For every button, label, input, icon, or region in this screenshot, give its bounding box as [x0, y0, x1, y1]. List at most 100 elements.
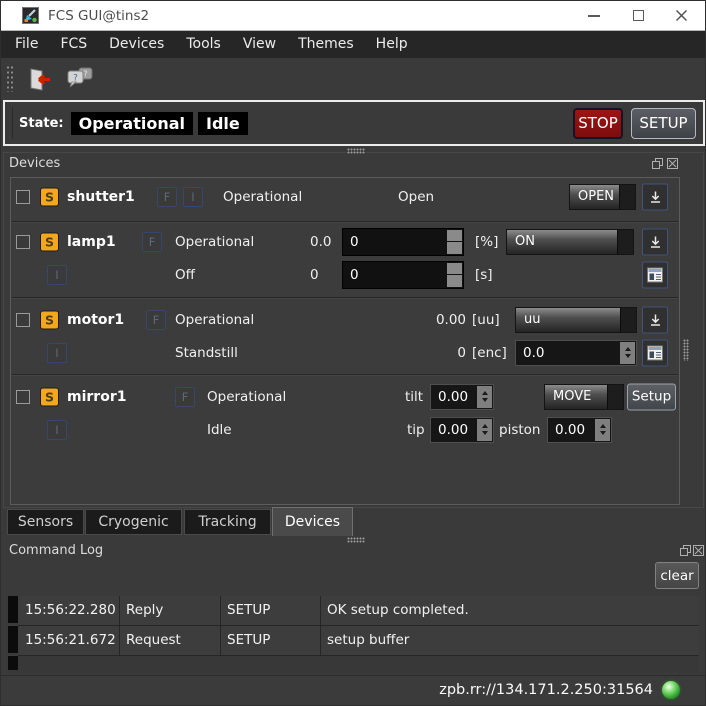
device-details-button[interactable]	[642, 261, 668, 288]
f-flag-button[interactable]: F	[157, 187, 177, 207]
undock-icon	[680, 545, 691, 556]
menu-item-fcs[interactable]: FCS	[49, 31, 98, 58]
spinbox-buttons[interactable]	[447, 263, 462, 287]
piston-label: piston	[499, 422, 540, 438]
position-spinbox[interactable]: 0.0	[515, 340, 637, 366]
log-close-button[interactable]	[692, 544, 705, 557]
device-value: 0.00	[387, 312, 466, 328]
menu-item-help[interactable]: Help	[365, 31, 419, 58]
state-value-main: Operational	[71, 112, 193, 135]
exit-button[interactable]	[21, 62, 55, 95]
menu-item-view[interactable]: View	[232, 31, 287, 58]
log-message: setup buffer	[320, 626, 699, 655]
log-rows-area: 15:56:22.280 Reply SETUP OK setup comple…	[8, 596, 699, 656]
device-setup-button[interactable]: Setup	[627, 383, 676, 410]
close-button[interactable]	[664, 1, 698, 30]
menu-item-themes[interactable]: Themes	[287, 31, 365, 58]
tab-devices[interactable]: Devices	[272, 507, 353, 536]
spinbox-buttons[interactable]	[620, 342, 635, 364]
toolbar-drag-handle[interactable]	[6, 65, 15, 92]
vertical-splitter-handle[interactable]	[683, 339, 689, 361]
apply-command-button[interactable]	[642, 183, 668, 210]
command-log-table: 15:56:22.280 Reply SETUP OK setup comple…	[8, 596, 699, 673]
command-combobox[interactable]: MOVE	[544, 384, 624, 410]
unit-label: [uu]	[472, 312, 500, 328]
piston-spinbox[interactable]: 0.00	[547, 417, 612, 443]
device-state: Operational	[175, 312, 254, 328]
tip-spinbox[interactable]: 0.00	[430, 417, 494, 443]
stop-button[interactable]: STOP	[573, 108, 623, 139]
spinbox-buttons[interactable]	[477, 419, 492, 441]
combo-value: uu	[516, 312, 620, 327]
unit-label: [s]	[475, 267, 493, 283]
f-flag-button[interactable]: F	[146, 310, 166, 330]
command-combobox[interactable]: ON	[506, 229, 634, 255]
splitter-handle-bottom[interactable]	[347, 537, 365, 543]
apply-command-button[interactable]	[642, 306, 668, 333]
tab-sensors[interactable]: Sensors	[7, 509, 84, 535]
app-window: FCS GUI@tins2 File FCS Devices Tools Vie…	[0, 0, 706, 706]
close-icon	[675, 9, 688, 22]
devices-undock-button[interactable]	[651, 157, 664, 170]
device-substate: Idle	[207, 422, 232, 438]
log-row-header-rest	[8, 656, 18, 670]
window-title: FCS GUI@tins2	[48, 8, 149, 24]
device-checkbox[interactable]	[16, 190, 30, 204]
state-badge: S	[40, 310, 59, 329]
download-arrow-icon	[649, 235, 662, 248]
log-row[interactable]: 15:56:22.280 Reply SETUP OK setup comple…	[18, 596, 699, 626]
value-spinbox[interactable]: 0	[342, 228, 464, 256]
setup-button[interactable]: SETUP	[631, 108, 696, 139]
combo-dropdown-arrow	[620, 308, 636, 332]
log-row[interactable]: 15:56:21.672 Request SETUP setup buffer	[18, 626, 699, 656]
command-combobox[interactable]: uu	[515, 307, 637, 333]
combo-value: OPEN	[570, 189, 619, 204]
spinbox-buttons[interactable]	[447, 230, 462, 254]
i-flag-button[interactable]: I	[183, 187, 203, 207]
i-flag-button[interactable]: I	[47, 265, 67, 285]
state-badge: S	[40, 232, 59, 251]
tab-cryogenic[interactable]: Cryogenic	[85, 509, 182, 535]
device-checkbox[interactable]	[16, 313, 30, 327]
minimize-button[interactable]	[577, 1, 611, 30]
maximize-button[interactable]	[621, 1, 655, 30]
value-spinbox[interactable]: 0	[342, 261, 464, 289]
title-bar[interactable]: FCS GUI@tins2	[1, 1, 705, 31]
state-badge: S	[40, 387, 59, 406]
command-log-title: Command Log	[9, 543, 103, 558]
log-undock-button[interactable]	[679, 544, 692, 557]
spinbox-buttons[interactable]	[477, 386, 492, 408]
device-divider	[12, 297, 678, 298]
help-button[interactable]: ? ?	[63, 62, 97, 95]
tilt-spinbox[interactable]: 0.00	[430, 384, 494, 410]
state-bar-grip	[12, 107, 13, 139]
connection-address: zpb.rr://134.171.2.250:31564	[439, 682, 653, 698]
device-checkbox[interactable]	[16, 390, 30, 404]
state-badge: S	[40, 187, 59, 206]
clear-log-button[interactable]: clear	[655, 562, 699, 589]
device-checkbox[interactable]	[16, 235, 30, 249]
splitter-handle-top[interactable]	[347, 148, 365, 154]
app-icon	[22, 7, 39, 24]
menu-item-file[interactable]: File	[4, 31, 49, 58]
tab-tracking[interactable]: Tracking	[184, 509, 271, 535]
menu-item-devices[interactable]: Devices	[98, 31, 175, 58]
combo-value: MOVE	[545, 389, 607, 404]
command-combobox[interactable]: OPEN	[569, 184, 636, 210]
f-flag-button[interactable]: F	[175, 387, 195, 407]
download-arrow-icon	[649, 190, 662, 203]
i-flag-button[interactable]: I	[47, 420, 67, 440]
toolbar: ? ?	[1, 58, 705, 99]
spinbox-buttons[interactable]	[595, 419, 610, 441]
device-divider	[12, 221, 678, 222]
devices-close-button[interactable]	[666, 157, 679, 170]
details-form-icon	[647, 267, 663, 282]
apply-command-button[interactable]	[642, 228, 668, 255]
menu-item-tools[interactable]: Tools	[175, 31, 232, 58]
unit-label: [enc]	[472, 345, 507, 361]
device-details-button[interactable]	[642, 339, 668, 366]
i-flag-button[interactable]: I	[47, 343, 67, 363]
device-value: 0	[310, 267, 319, 283]
f-flag-button[interactable]: F	[142, 232, 162, 252]
tip-label: tip	[407, 422, 425, 438]
